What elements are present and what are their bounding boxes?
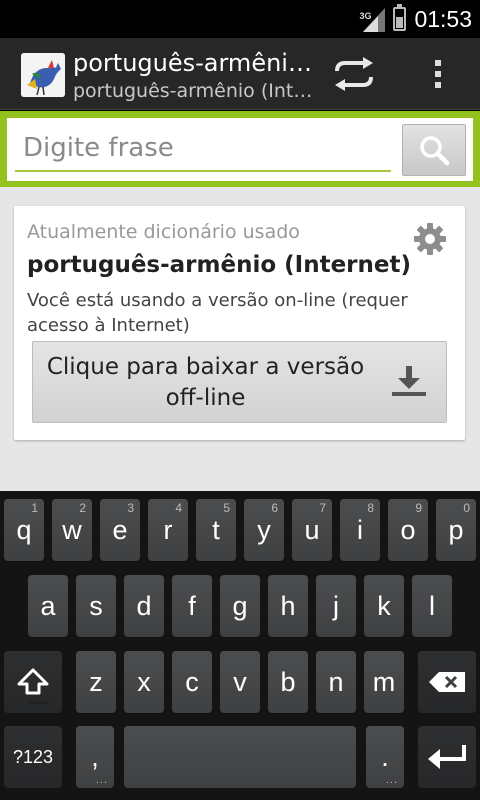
title-block: português-armênio (Internet) português-a… bbox=[73, 48, 313, 104]
key-g[interactable]: g bbox=[220, 575, 260, 637]
key-k[interactable]: k bbox=[364, 575, 404, 637]
search-container bbox=[7, 118, 473, 181]
comma-key[interactable]: , ... bbox=[76, 726, 114, 788]
key-e[interactable]: e3 bbox=[100, 499, 140, 561]
symbols-key[interactable]: ?123 bbox=[4, 726, 62, 788]
status-bar: 3G 01:53 bbox=[0, 0, 480, 38]
key-w[interactable]: w2 bbox=[52, 499, 92, 561]
search-icon bbox=[420, 136, 450, 166]
overflow-menu-icon[interactable] bbox=[420, 50, 456, 98]
signal-icon: 3G bbox=[359, 6, 386, 32]
key-z[interactable]: z bbox=[76, 651, 116, 713]
main-content: Atualmente dicionário usado português-ar… bbox=[0, 187, 480, 491]
download-button-label: Clique para baixar a versão off-line bbox=[46, 354, 365, 411]
backspace-icon bbox=[429, 672, 465, 692]
soft-keyboard: q1w2e3r4t5y6u7i8o9p0 asdfghjkl zxcvbnm ?… bbox=[0, 491, 480, 800]
download-icon bbox=[392, 366, 426, 396]
network-type: 3G bbox=[359, 11, 372, 21]
dictionary-name: português-armênio (Internet) bbox=[27, 252, 412, 278]
swap-icon bbox=[335, 57, 373, 91]
key-n[interactable]: n bbox=[316, 651, 356, 713]
action-bar-subtitle: português-armênio (Internet) bbox=[73, 80, 313, 102]
key-i[interactable]: i8 bbox=[340, 499, 380, 561]
key-h[interactable]: h bbox=[268, 575, 308, 637]
period-key[interactable]: . ... bbox=[366, 726, 404, 788]
action-bar-title: português-armênio (Internet) bbox=[73, 49, 313, 77]
space-key[interactable] bbox=[124, 726, 356, 788]
key-d[interactable]: d bbox=[124, 575, 164, 637]
enter-icon bbox=[428, 745, 466, 769]
key-u[interactable]: u7 bbox=[292, 499, 332, 561]
search-button[interactable] bbox=[402, 124, 466, 176]
download-offline-button[interactable]: Clique para baixar a versão off-line bbox=[32, 341, 447, 423]
key-p[interactable]: p0 bbox=[436, 499, 476, 561]
dictionary-description: Você está usando a versão on-line (reque… bbox=[27, 290, 408, 336]
key-j[interactable]: j bbox=[316, 575, 356, 637]
current-dictionary-caption: Atualmente dicionário usado bbox=[27, 221, 300, 243]
backspace-key[interactable] bbox=[418, 651, 476, 713]
status-icons: 3G 01:53 bbox=[359, 0, 472, 38]
shift-icon bbox=[17, 668, 49, 695]
enter-key[interactable] bbox=[418, 726, 476, 788]
key-a[interactable]: a bbox=[28, 575, 68, 637]
key-m[interactable]: m bbox=[364, 651, 404, 713]
key-f[interactable]: f bbox=[172, 575, 212, 637]
key-o[interactable]: o9 bbox=[388, 499, 428, 561]
swap-languages-button[interactable] bbox=[330, 50, 378, 98]
key-q[interactable]: q1 bbox=[4, 499, 44, 561]
shift-key[interactable] bbox=[4, 651, 62, 713]
key-c[interactable]: c bbox=[172, 651, 212, 713]
gear-icon bbox=[414, 223, 446, 255]
search-input[interactable] bbox=[15, 126, 391, 172]
key-v[interactable]: v bbox=[220, 651, 260, 713]
search-bar bbox=[0, 111, 480, 187]
key-b[interactable]: b bbox=[268, 651, 308, 713]
key-l[interactable]: l bbox=[412, 575, 452, 637]
battery-icon bbox=[393, 4, 407, 31]
app-icon[interactable] bbox=[21, 53, 65, 97]
key-t[interactable]: t5 bbox=[196, 499, 236, 561]
key-y[interactable]: y6 bbox=[244, 499, 284, 561]
action-bar: português-armênio (Internet) português-a… bbox=[0, 38, 480, 110]
settings-button[interactable] bbox=[413, 222, 447, 260]
dictionary-card: Atualmente dicionário usado português-ar… bbox=[14, 206, 465, 440]
key-r[interactable]: r4 bbox=[148, 499, 188, 561]
key-x[interactable]: x bbox=[124, 651, 164, 713]
key-s[interactable]: s bbox=[76, 575, 116, 637]
clock: 01:53 bbox=[414, 5, 472, 32]
